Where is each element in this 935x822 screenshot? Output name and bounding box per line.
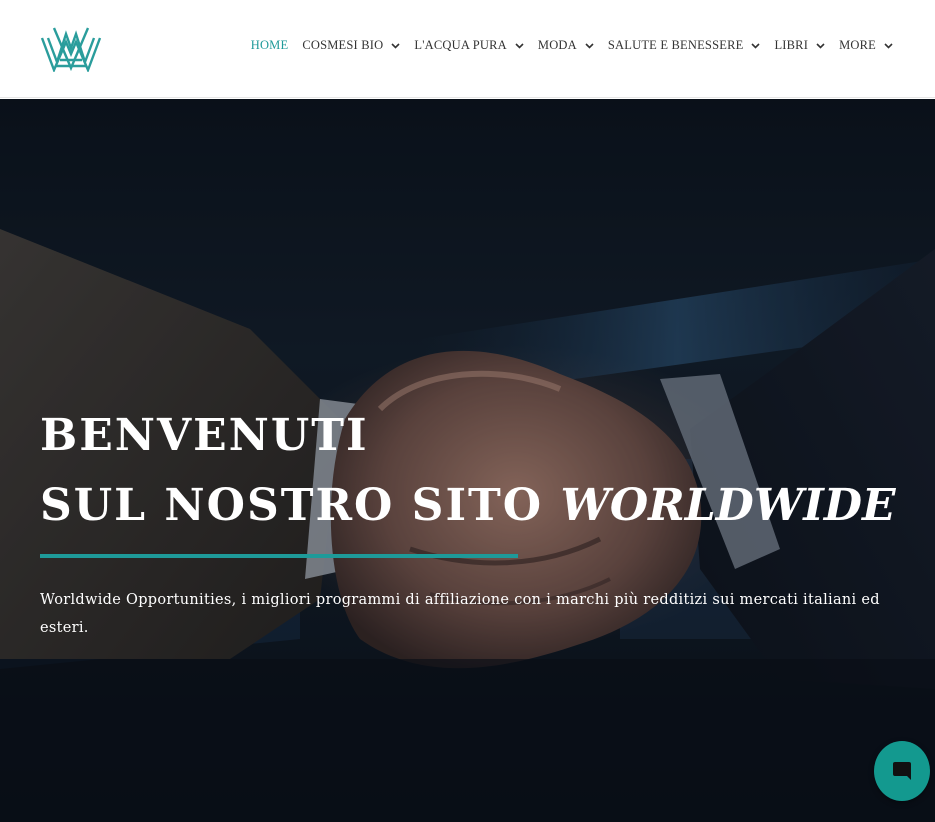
chat-bubble-icon: [893, 762, 911, 780]
headline-accent: WORLDWIDE: [560, 480, 896, 531]
nav-item-libri[interactable]: LIBRI: [774, 38, 825, 53]
nav-item-acqua-pura[interactable]: L'ACQUA PURA: [414, 38, 524, 53]
chevron-down-icon: [515, 42, 524, 49]
chevron-down-icon: [884, 42, 893, 49]
nav-item-more[interactable]: MORE: [839, 38, 893, 53]
nav-item-cosmesi-bio[interactable]: COSMESI BIO: [302, 38, 400, 53]
nav-item-label: LIBRI: [774, 38, 809, 52]
headline-line-1: BENVENUTI: [40, 410, 369, 461]
chat-button[interactable]: [874, 741, 930, 801]
crown-w-logo-icon[interactable]: [40, 24, 102, 72]
nav-item-label: COSMESI BIO: [302, 38, 384, 52]
nav-item-label: HOME: [250, 38, 289, 52]
chevron-down-icon: [751, 42, 761, 49]
nav-item-home[interactable]: HOME: [251, 38, 289, 53]
nav-item-label: L'ACQUA PURA: [414, 38, 507, 52]
chevron-down-icon: [585, 42, 594, 49]
nav-item-label: MODA: [537, 38, 577, 52]
hero-section: BENVENUTI SUL NOSTRO SITO WORLDWIDE Worl…: [0, 99, 935, 822]
chevron-down-icon: [816, 42, 825, 49]
chevron-down-icon: [391, 42, 400, 49]
nav-item-salute-e-benessere[interactable]: SALUTE E BENESSERE: [608, 38, 761, 53]
site-header: HOME COSMESI BIO L'ACQUA PURA MODA SALUT…: [0, 0, 935, 98]
hero-headline: BENVENUTI SUL NOSTRO SITO WORLDWIDE: [40, 401, 896, 541]
main-nav: HOME COSMESI BIO L'ACQUA PURA MODA SALUT…: [237, 38, 893, 53]
hero-subtitle: Worldwide Opportunities, i migliori prog…: [40, 592, 880, 636]
headline-line-2: SUL NOSTRO SITO: [40, 480, 544, 531]
nav-item-label: MORE: [839, 38, 876, 52]
nav-item-moda[interactable]: MODA: [538, 38, 594, 53]
headline-divider: [40, 554, 518, 558]
nav-item-label: SALUTE E BENESSERE: [607, 38, 744, 52]
